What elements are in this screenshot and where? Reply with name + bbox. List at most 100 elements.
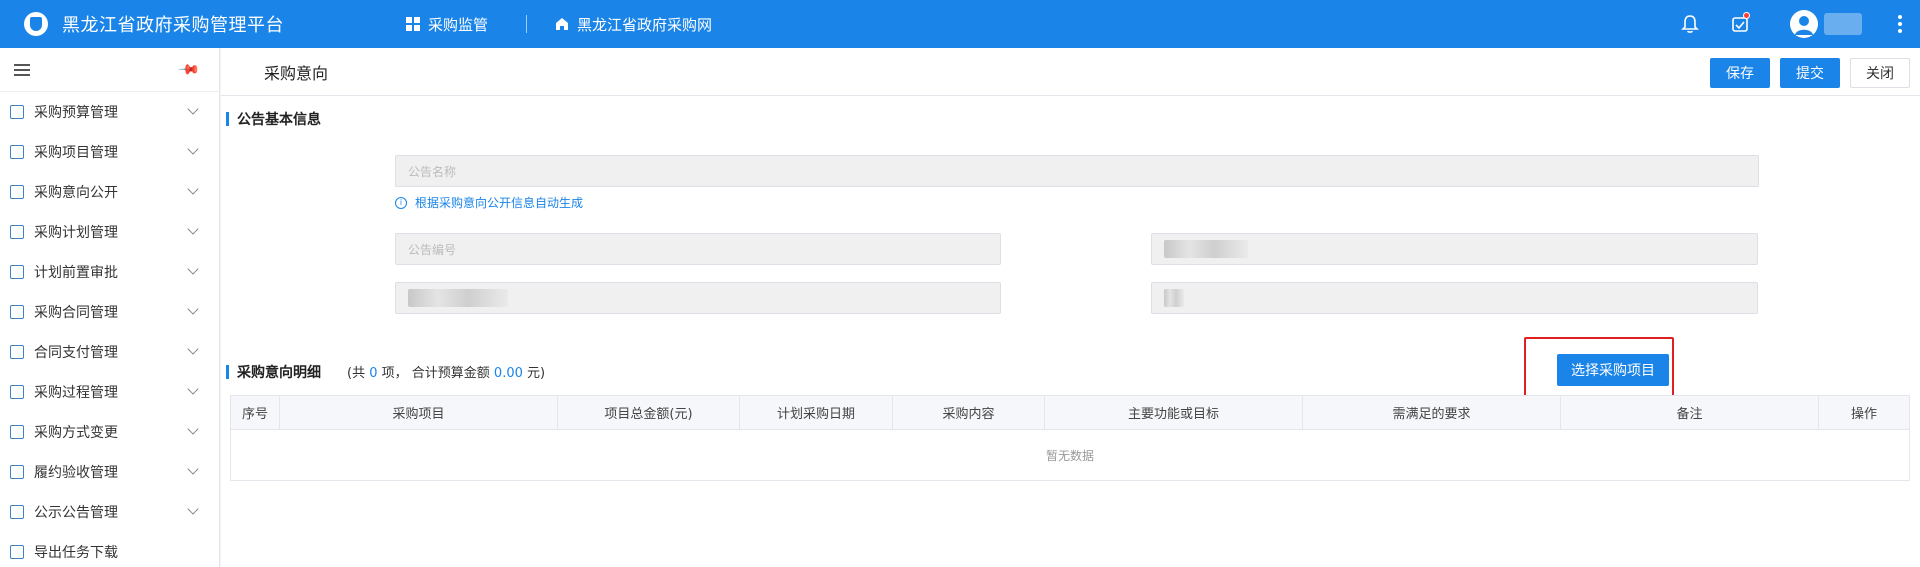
- chevron-down-icon: [187, 263, 199, 275]
- contract-icon: [10, 305, 24, 319]
- col-project: 采购项目: [280, 396, 558, 429]
- table-header-row: 序号 采购项目 项目总金额(元) 计划采购日期 采购内容 主要功能或目标 需满足…: [231, 396, 1909, 430]
- sidebar-item-label: 采购预算管理: [34, 105, 118, 121]
- task-icon[interactable]: [1720, 0, 1760, 48]
- home-icon: [555, 17, 569, 31]
- nav-item-procurement-site[interactable]: 黑龙江省政府采购网: [555, 0, 712, 48]
- page-title: 采购意向: [264, 63, 329, 83]
- sidebar-item-plan[interactable]: 采购计划管理: [0, 212, 219, 252]
- col-remarks: 备注: [1561, 396, 1819, 429]
- more-vertical-icon[interactable]: [1880, 0, 1920, 48]
- chevron-down-icon: [187, 103, 199, 115]
- nav-item-supervision[interactable]: 采购监管: [406, 0, 488, 48]
- info-icon: i: [395, 196, 407, 209]
- sidebar-item-label: 采购合同管理: [34, 305, 118, 321]
- menu-toggle-icon[interactable]: [14, 63, 30, 76]
- sidebar-item-announcement[interactable]: 公示公告管理: [0, 492, 219, 532]
- nav-item-label: 采购监管: [428, 15, 489, 34]
- sidebar-item-label: 导出任务下载: [34, 545, 118, 561]
- hint-text: 根据采购意向公开信息自动生成: [415, 196, 584, 210]
- section-title-text: 采购意向明细: [237, 365, 321, 381]
- sidebar-item-label: 计划前置审批: [34, 265, 118, 281]
- col-actions: 操作: [1850, 407, 1877, 422]
- section-title-text: 公告基本信息: [237, 112, 321, 128]
- approval-icon: [10, 265, 24, 279]
- chevron-down-icon: [187, 303, 199, 315]
- sidebar-item-label: 履约验收管理: [34, 465, 118, 481]
- budget-total-input[interactable]: [1151, 282, 1758, 314]
- save-button[interactable]: 保存: [1710, 58, 1770, 88]
- notice-no-input[interactable]: 公告编号: [395, 233, 1001, 265]
- section-accent-bar: [226, 365, 229, 379]
- sidebar-item-budget[interactable]: 采购预算管理: [0, 92, 219, 132]
- sidebar-item-label: 采购计划管理: [34, 225, 118, 241]
- user-avatar-icon[interactable]: [1790, 10, 1818, 38]
- col-function-goal: 主要功能或目标: [1045, 396, 1303, 429]
- chevron-down-icon: [187, 183, 199, 195]
- chevron-down-icon: [187, 383, 199, 395]
- intention-detail-table: 序号 采购项目 项目总金额(元) 计划采购日期 采购内容 主要功能或目标 需满足…: [230, 395, 1910, 481]
- buyer-redacted-value: [408, 289, 508, 307]
- top-navigation-bar: 黑龙江省政府采购管理平台 采购监管 黑龙江省政府采购网: [0, 0, 1920, 48]
- sidebar-item-label: 合同支付管理: [34, 345, 118, 361]
- chevron-down-icon: [187, 343, 199, 355]
- buyer-unit-input[interactable]: [395, 282, 1001, 314]
- announcement-icon: [10, 505, 24, 519]
- col-plan-date: 计划采购日期: [740, 396, 893, 429]
- basic-info-section-title: 公告基本信息: [226, 109, 321, 129]
- app-title: 黑龙江省政府采购管理平台: [62, 15, 284, 36]
- pin-icon[interactable]: 📌: [176, 58, 200, 82]
- process-icon: [10, 385, 24, 399]
- sidebar: 📌 采购预算管理 采购项目管理 采购意向公开 采购计划管理 计划前置审批 采购合…: [0, 48, 220, 567]
- sidebar-item-acceptance[interactable]: 履约验收管理: [0, 452, 219, 492]
- summary-prefix: (共: [347, 366, 366, 381]
- budget-redacted-value: [1164, 289, 1184, 307]
- detail-summary: (共 0 项， 合计预算金额 0.00 元): [347, 362, 545, 381]
- sidebar-item-method-change[interactable]: 采购方式变更: [0, 412, 219, 452]
- notice-name-input[interactable]: 公告名称: [395, 155, 1759, 187]
- bell-icon[interactable]: [1670, 0, 1710, 48]
- acceptance-icon: [10, 465, 24, 479]
- table-empty-row: 暂无数据: [1045, 448, 1094, 463]
- payment-icon: [10, 345, 24, 359]
- nav-item-label: 黑龙江省政府采购网: [577, 15, 713, 34]
- sidebar-item-label: 采购项目管理: [34, 145, 118, 161]
- region-redacted-value: [1164, 240, 1248, 258]
- close-button[interactable]: 关闭: [1850, 58, 1910, 88]
- sidebar-item-export-download[interactable]: 导出任务下载: [0, 532, 219, 567]
- sidebar-item-project[interactable]: 采购项目管理: [0, 132, 219, 172]
- region-input[interactable]: [1151, 233, 1758, 265]
- sidebar-item-contract[interactable]: 采购合同管理: [0, 292, 219, 332]
- download-icon: [10, 545, 24, 559]
- sidebar-item-label: 采购意向公开: [34, 185, 118, 201]
- total-budget-amount: 0.00: [493, 366, 523, 381]
- project-icon: [10, 145, 24, 159]
- summary-middle: 项， 合计预算金额: [381, 366, 490, 381]
- sidebar-item-label: 公示公告管理: [34, 505, 118, 521]
- nav-divider: [526, 15, 527, 33]
- chevron-down-icon: [187, 503, 199, 515]
- plan-icon: [10, 225, 24, 239]
- col-requirements: 需满足的要求: [1303, 396, 1561, 429]
- sidebar-header: 📌: [0, 48, 219, 92]
- col-index: 序号: [231, 396, 280, 429]
- col-total-amount: 项目总金额(元): [558, 396, 740, 429]
- sidebar-item-label: 采购方式变更: [34, 425, 118, 441]
- sidebar-item-label: 采购过程管理: [34, 385, 118, 401]
- username-redacted[interactable]: [1824, 13, 1862, 35]
- sidebar-item-payment[interactable]: 合同支付管理: [0, 332, 219, 372]
- notification-dot: [1743, 12, 1750, 19]
- budget-icon: [10, 105, 24, 119]
- select-procurement-project-button[interactable]: 选择采购项目: [1557, 354, 1669, 386]
- summary-suffix: 元): [527, 366, 546, 381]
- notice-name-hint: i 根据采购意向公开信息自动生成: [395, 194, 583, 211]
- platform-logo-icon: [24, 12, 48, 36]
- sidebar-item-intention[interactable]: 采购意向公开: [0, 172, 219, 212]
- chevron-down-icon: [187, 223, 199, 235]
- submit-button[interactable]: 提交: [1780, 58, 1840, 88]
- sidebar-item-pre-approval[interactable]: 计划前置审批: [0, 252, 219, 292]
- sidebar-item-process[interactable]: 采购过程管理: [0, 372, 219, 412]
- grid-icon: [406, 17, 420, 31]
- page-header: 采购意向 保存 提交 关闭: [221, 48, 1920, 96]
- chevron-down-icon: [187, 143, 199, 155]
